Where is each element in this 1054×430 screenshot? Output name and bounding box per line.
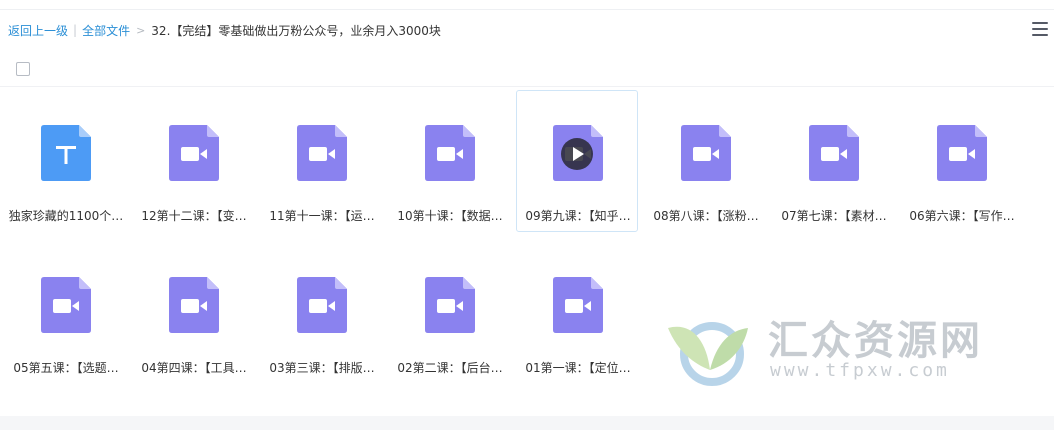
watermark-title: 汇众资源网	[768, 318, 983, 364]
video-file-icon	[937, 125, 987, 181]
text-file-icon	[41, 125, 91, 181]
file-item[interactable]: 06第六课：【写作…	[900, 90, 1022, 232]
breadcrumb-arrow: >	[136, 23, 146, 37]
file-name: 10第十课：【数据…	[397, 209, 503, 223]
file-item[interactable]: 12第十二课：【变…	[132, 90, 254, 232]
watermark-url: www.tfpxw.com	[770, 360, 950, 381]
video-file-icon	[41, 277, 91, 333]
file-item[interactable]: 05第五课：【选题…	[4, 242, 126, 384]
play-icon[interactable]	[561, 138, 593, 170]
watermark-logo-icon	[668, 322, 748, 386]
file-name: 09第九课：【知乎…	[525, 209, 631, 223]
current-folder-title: 32.【完结】零基础做出万粉公众号，业余月入3000块	[151, 23, 441, 38]
top-divider	[0, 9, 1054, 10]
file-name: 12第十二课：【变…	[141, 209, 247, 223]
file-item[interactable]: 04第四课：【工具…	[132, 242, 254, 384]
file-item[interactable]: 07第七课：【素材…	[772, 90, 894, 232]
watermark: 汇众资源网 www.tfpxw.com	[660, 308, 1040, 388]
file-name: 11第十一课：【运…	[269, 209, 375, 223]
select-all-checkbox[interactable]	[16, 62, 30, 76]
file-item[interactable]: 03第三课：【排版…	[260, 242, 382, 384]
file-name: 05第五课：【选题…	[13, 361, 119, 375]
file-name: 08第八课：【涨粉…	[653, 209, 759, 223]
video-file-icon	[169, 125, 219, 181]
file-item[interactable]: 09第九课：【知乎…	[516, 90, 638, 232]
file-item[interactable]: 独家珍藏的1100个…	[4, 90, 126, 232]
breadcrumb: 返回上一级 | 全部文件 > 32.【完结】零基础做出万粉公众号，业余月入300…	[8, 21, 441, 39]
file-item[interactable]: 11第十一课：【运…	[260, 90, 382, 232]
video-file-icon	[425, 125, 475, 181]
video-file-icon	[681, 125, 731, 181]
list-view-menu-icon[interactable]	[1032, 22, 1048, 36]
video-file-icon	[169, 277, 219, 333]
breadcrumb-separator: |	[73, 23, 78, 37]
file-name: 03第三课：【排版…	[269, 361, 375, 375]
header-divider	[0, 86, 1054, 87]
file-name: 独家珍藏的1100个…	[8, 209, 124, 223]
file-name: 02第二课：【后台…	[397, 361, 503, 375]
file-name: 04第四课：【工具…	[141, 361, 247, 375]
file-item[interactable]: 02第二课：【后台…	[388, 242, 510, 384]
file-name: 07第七课：【素材…	[781, 209, 887, 223]
video-file-icon	[553, 277, 603, 333]
video-file-icon	[297, 125, 347, 181]
video-file-icon	[809, 125, 859, 181]
file-item[interactable]: 10第十课：【数据…	[388, 90, 510, 232]
file-name: 01第一课：【定位…	[525, 361, 631, 375]
back-link[interactable]: 返回上一级	[8, 22, 68, 39]
footer-bar	[0, 416, 1054, 430]
all-files-link[interactable]: 全部文件	[82, 22, 130, 39]
file-name: 06第六课：【写作…	[909, 209, 1015, 223]
file-item[interactable]: 01第一课：【定位…	[516, 242, 638, 384]
video-file-icon	[297, 277, 347, 333]
video-file-icon	[425, 277, 475, 333]
file-browser-page: 返回上一级 | 全部文件 > 32.【完结】零基础做出万粉公众号，业余月入300…	[0, 0, 1054, 430]
file-item[interactable]: 08第八课：【涨粉…	[644, 90, 766, 232]
